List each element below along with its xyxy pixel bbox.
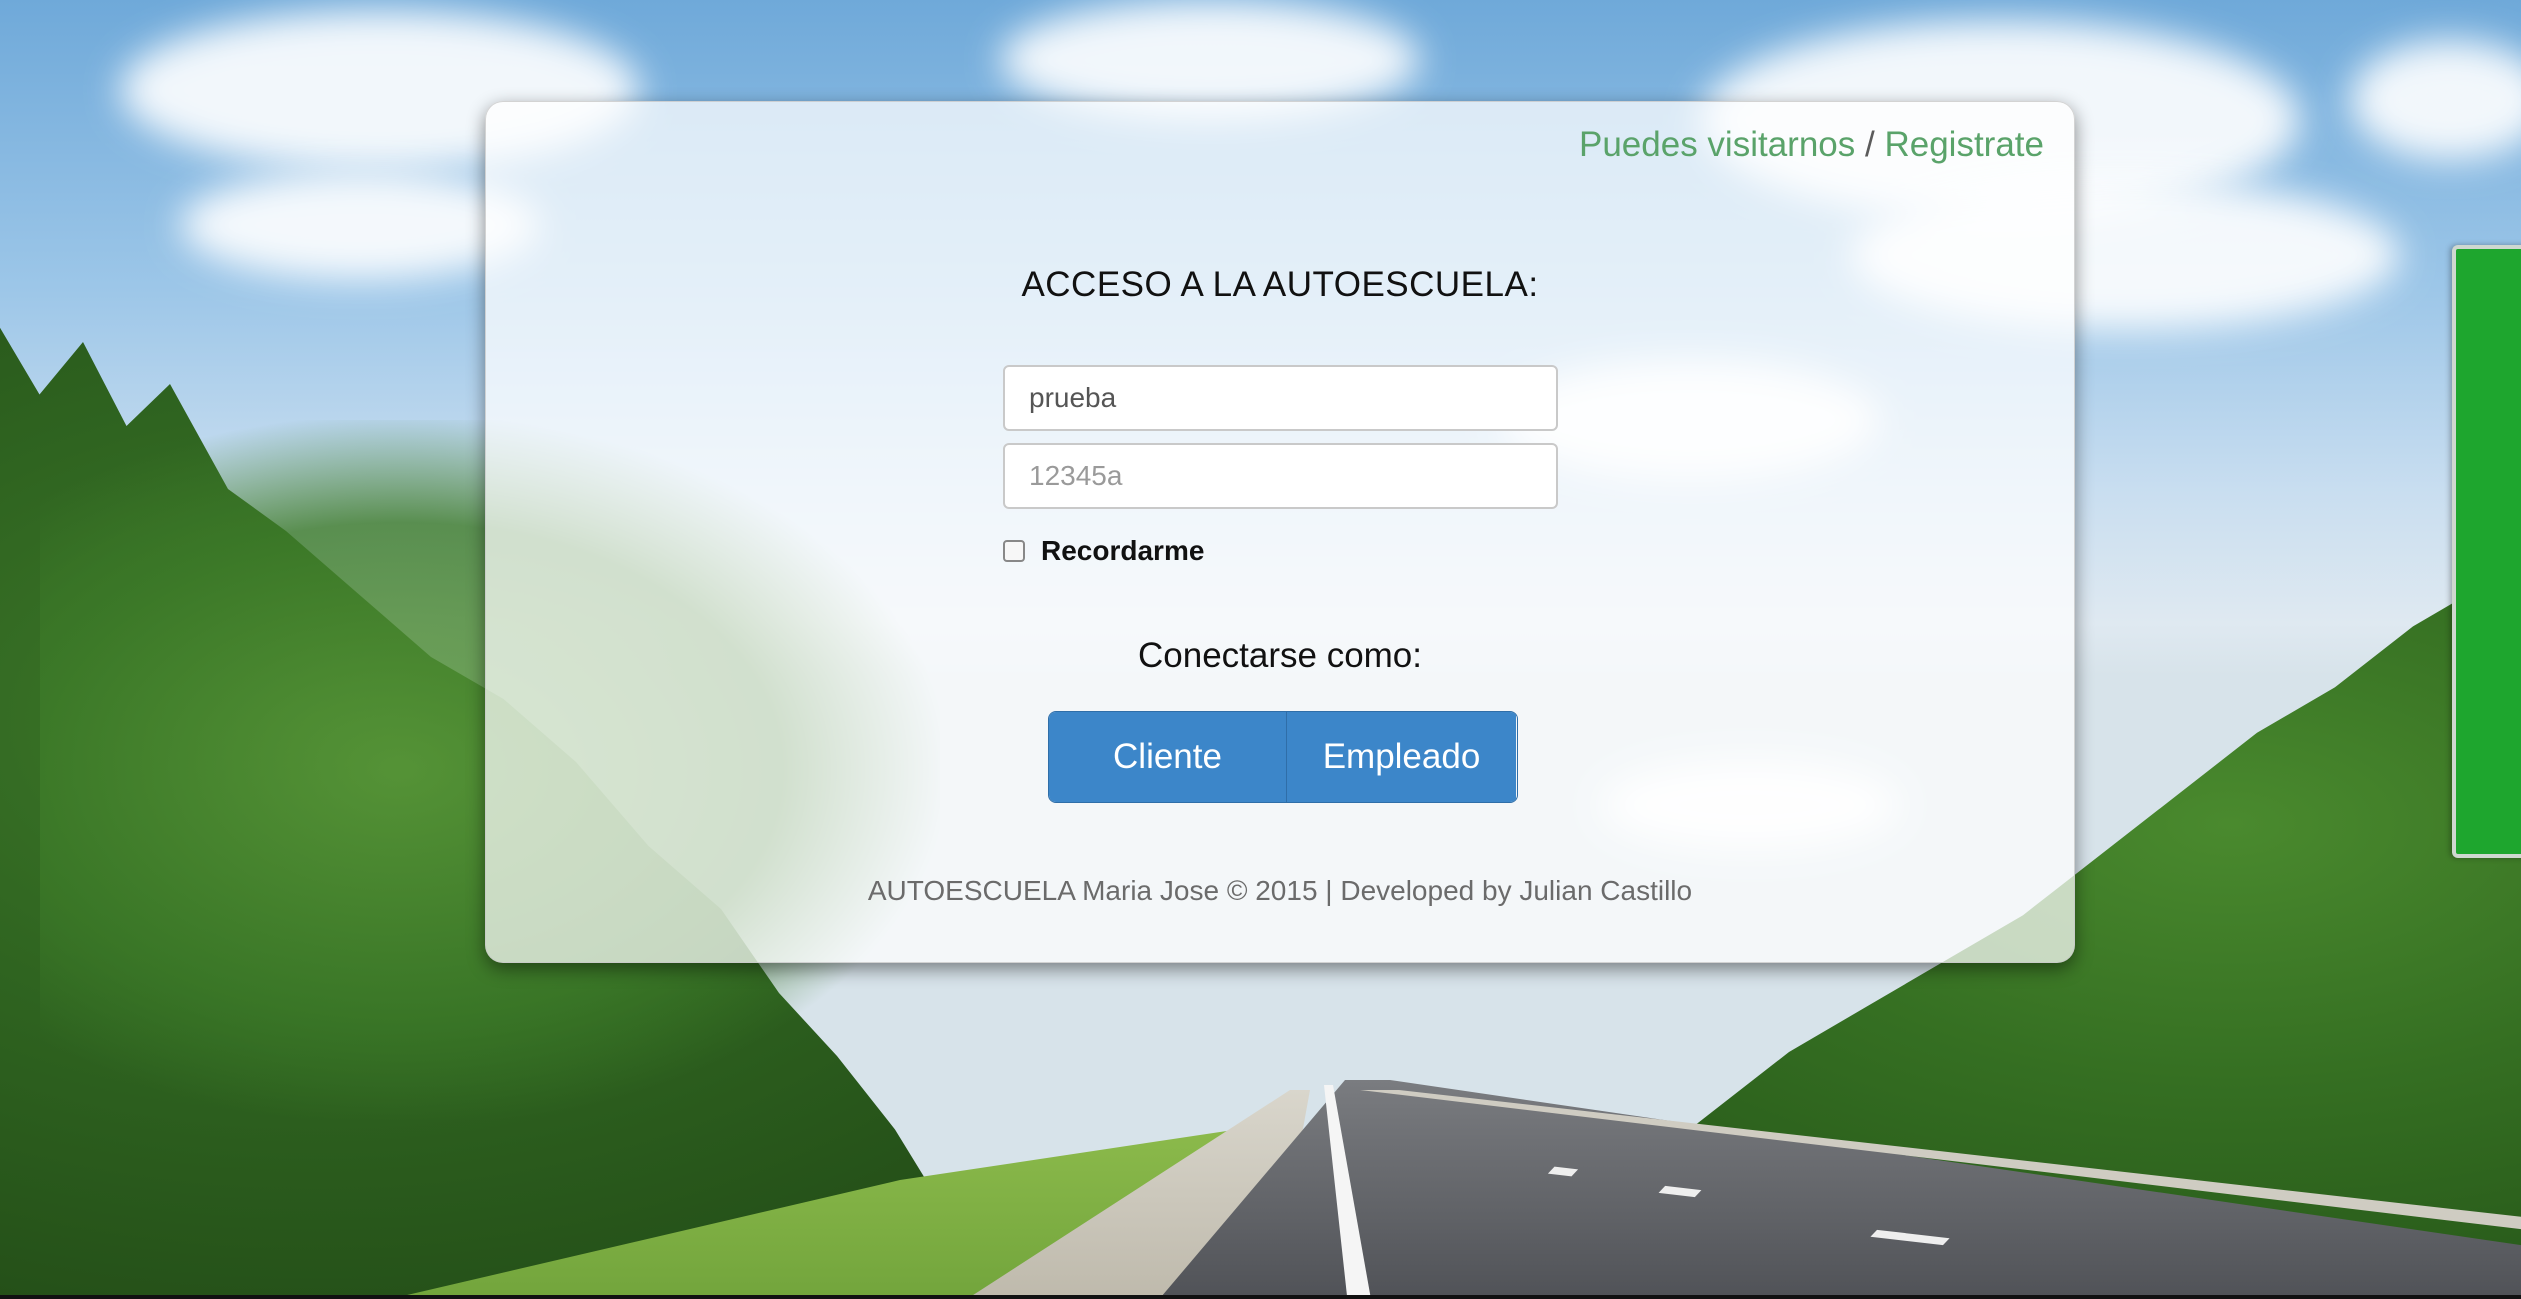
password-input[interactable] — [1003, 443, 1558, 509]
remember-checkbox[interactable] — [1003, 540, 1025, 562]
register-link[interactable]: Registrate — [1884, 125, 2044, 164]
footer-copyright: AUTOESCUELA Maria Jose © 2015 | Develope… — [867, 875, 1693, 906]
employee-login-button[interactable]: Empleado — [1287, 712, 1516, 802]
visit-link[interactable]: Puedes visitarnos — [1579, 125, 1855, 164]
remember-label: Recordarme — [1041, 535, 1205, 566]
client-login-button[interactable]: Cliente — [1049, 712, 1287, 802]
road-sign — [2452, 245, 2521, 858]
remember-me[interactable]: Recordarme — [1003, 535, 1204, 567]
bottom-edge — [0, 1295, 2521, 1299]
connect-as-label: Conectarse como: — [1137, 636, 1423, 675]
link-separator: / — [1865, 125, 1875, 164]
header-links: Puedes visitarnos / Registrate — [1579, 125, 2044, 165]
login-title: ACCESO A LA AUTOESCUELA: — [1021, 265, 1539, 304]
login-role-buttons: Cliente Empleado — [1048, 711, 1518, 803]
cloud — [2350, 40, 2521, 160]
login-panel: Puedes visitarnos / Registrate ACCESO A … — [485, 101, 2075, 963]
username-input[interactable] — [1003, 365, 1558, 431]
